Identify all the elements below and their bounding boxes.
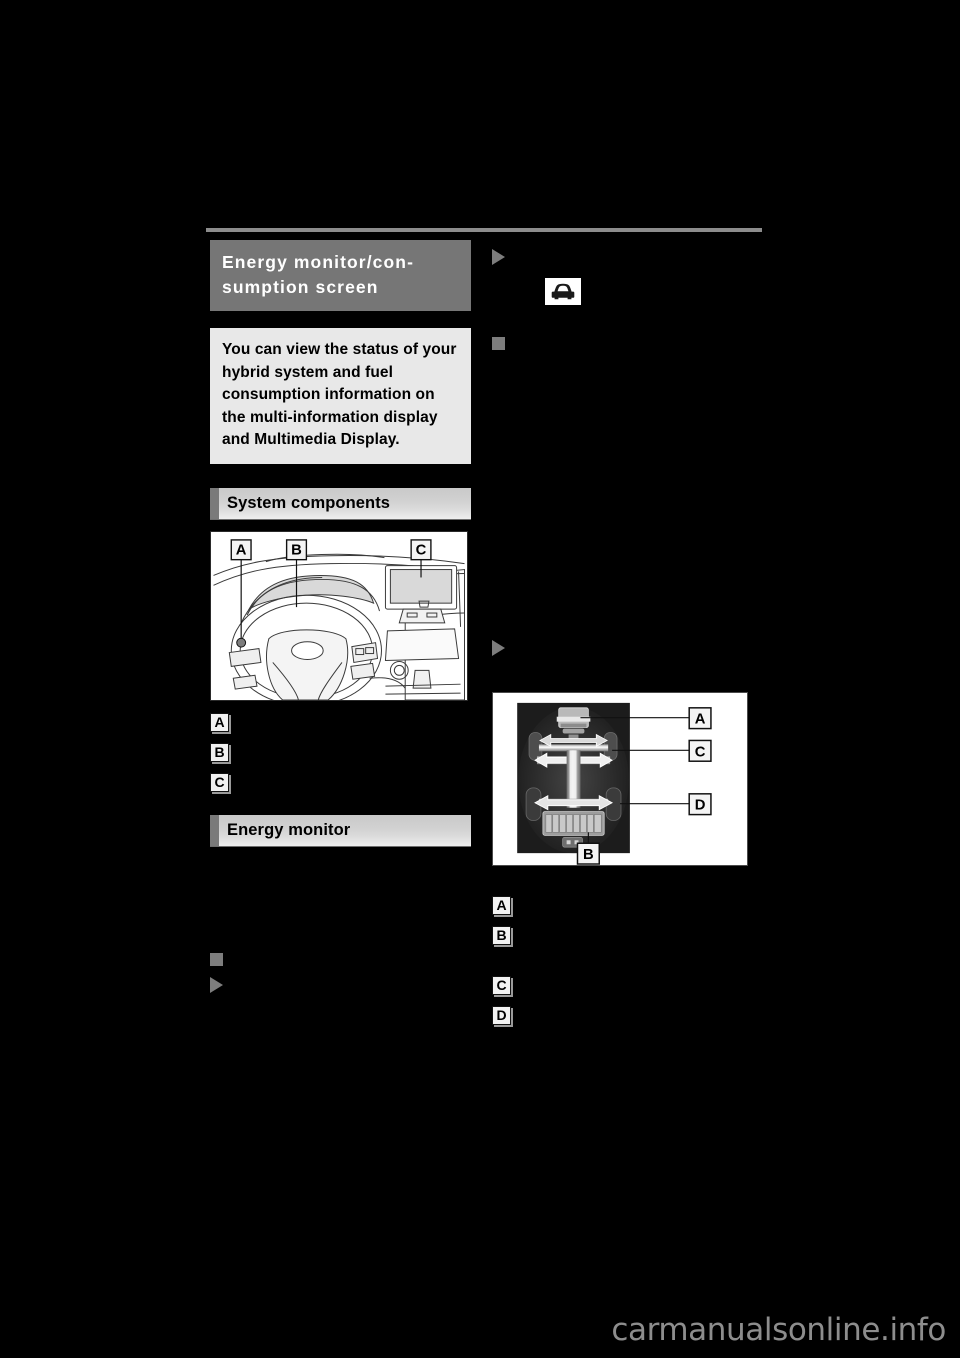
- triangle-bullet-icon: [492, 640, 505, 656]
- heading-energy-monitor-label: Energy monitor: [227, 820, 351, 839]
- heading-energy-monitor: Energy monitor: [210, 814, 471, 846]
- marker-b: B: [210, 742, 229, 762]
- system-components-callout-list: A B C: [210, 712, 471, 803]
- car-front-icon: [545, 278, 581, 305]
- intro-description: You can view the status of your hybrid s…: [210, 328, 471, 464]
- chapter-title: Energy monitor/con- sumption screen: [210, 240, 471, 311]
- marker-d: D: [492, 1006, 511, 1025]
- svg-text:C: C: [416, 542, 427, 558]
- bullet-triangle-right-top: [492, 249, 762, 265]
- em-callout-item-c: C: [492, 976, 762, 1006]
- em-callout-item-a: A: [492, 896, 762, 926]
- callout-item-b: B: [210, 742, 471, 773]
- energy-monitor-callout-list: A B C D: [492, 896, 762, 1036]
- svg-text:B: B: [291, 542, 302, 558]
- triangle-bullet-icon: [492, 249, 505, 265]
- marker-c: C: [492, 976, 511, 995]
- em-callout-item-b: B: [492, 926, 762, 956]
- svg-text:A: A: [695, 712, 706, 728]
- callout-item-c: C: [210, 772, 471, 803]
- right-column: A C D B A B C D: [492, 240, 762, 1036]
- bullet-triangle-right-lower: [492, 640, 762, 656]
- svg-text:A: A: [236, 542, 247, 558]
- square-bullet-icon: [492, 337, 505, 350]
- triangle-bullet-icon: [210, 976, 223, 993]
- heading-accent-bar-2: [210, 814, 219, 846]
- heading-system-components: System components: [210, 487, 471, 519]
- marker-b: B: [492, 926, 511, 945]
- svg-text:C: C: [695, 744, 706, 760]
- svg-text:D: D: [695, 798, 706, 814]
- bullet-triangle-left: [210, 976, 471, 993]
- page-top-rule: [206, 228, 762, 232]
- svg-text:B: B: [583, 847, 594, 863]
- marker-a: A: [210, 712, 229, 732]
- energy-monitor-screen: A C D B: [492, 692, 748, 866]
- bullet-square-right: [492, 337, 762, 350]
- marker-a: A: [492, 896, 511, 915]
- callout-item-a: A: [210, 712, 471, 743]
- square-bullet-icon: [210, 952, 223, 966]
- bullet-square-left: [210, 952, 471, 966]
- site-watermark: carmanualsonline.info: [611, 1312, 946, 1348]
- dashboard-illustration: A B C: [210, 530, 468, 701]
- heading-system-components-label: System components: [227, 493, 391, 512]
- heading-accent-bar: [210, 487, 219, 519]
- em-callout-item-d: D: [492, 1006, 762, 1036]
- marker-c: C: [210, 772, 229, 792]
- left-column: Energy monitor/con- sumption screen You …: [210, 240, 471, 993]
